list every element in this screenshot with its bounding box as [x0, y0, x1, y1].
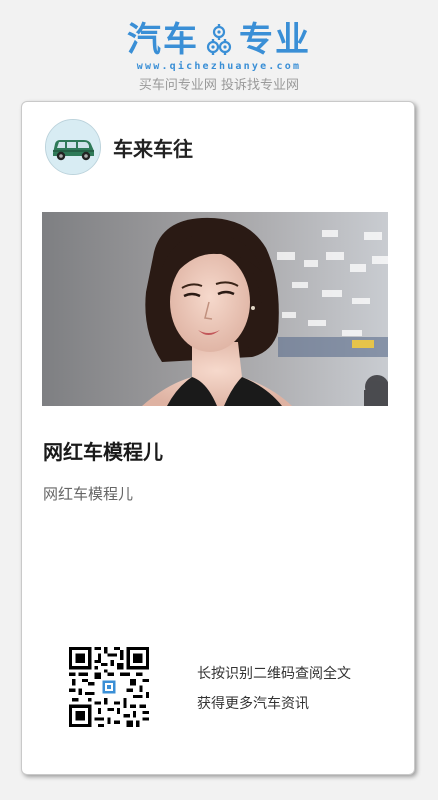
car-icon [46, 120, 100, 174]
cover-image[interactable] [42, 212, 388, 406]
logo-text-right: 专业 [239, 20, 311, 60]
article-title[interactable]: 网红车模程儿 [43, 436, 163, 465]
cover-photo [42, 212, 388, 406]
gear-icon [205, 23, 233, 57]
logo-slogan: 买车问专业网 投诉找专业网 [138, 78, 300, 93]
account-avatar[interactable] [45, 119, 101, 175]
share-page: 汽车 专业 www.qichezhuanye.com 买车问专业网 投诉找专业网… [0, 0, 438, 800]
qr-subtext: 获得更多汽车资讯 [197, 696, 309, 712]
logo-text-left: 汽车 [127, 20, 199, 60]
logo-url: www.qichezhuanye.com [136, 61, 302, 72]
site-logo[interactable]: 汽车 专业 www.qichezhuanye.com 买车问专业网 投诉找专业网 [0, 18, 438, 93]
logo-wordmark: 汽车 专业 [0, 18, 438, 62]
article-summary: 网红车模程儿 [43, 485, 134, 503]
qr-code-icon [69, 647, 149, 727]
qr-instruction: 长按识别二维码查阅全文 [197, 666, 351, 682]
article-card[interactable]: 车来车往 网红车模程儿 网红车模程儿 长按识别二维码查阅全文 获得更多汽车资讯 [21, 101, 415, 775]
qr-code[interactable] [69, 647, 149, 727]
account-name[interactable]: 车来车往 [113, 133, 193, 162]
